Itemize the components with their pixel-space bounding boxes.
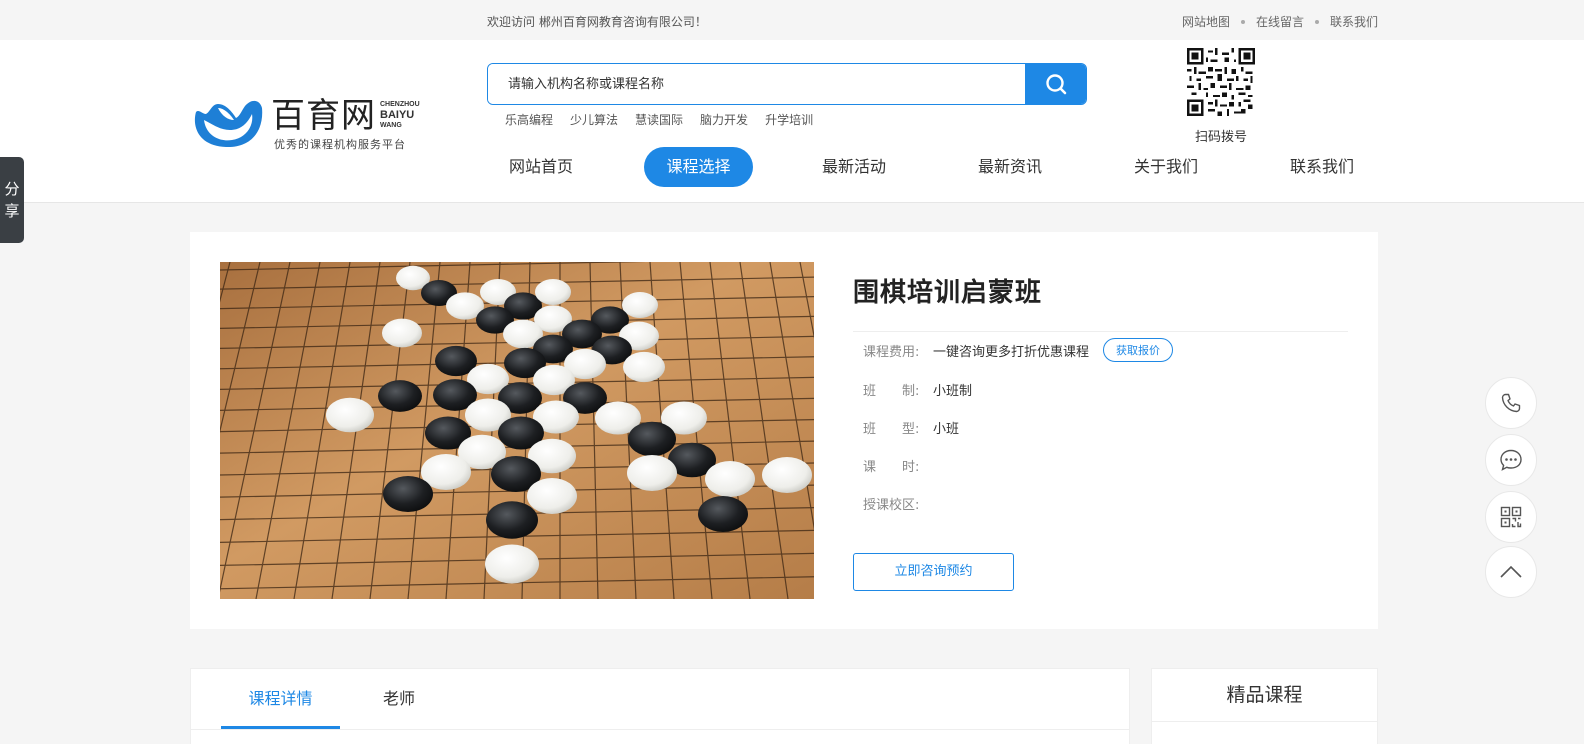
site-logo[interactable]: 百育网 CHENZHOU BAIYU WANG 优秀的课程机构服务平台	[190, 96, 430, 152]
class-type-label: 班 型:	[863, 422, 920, 437]
top-links: 网站地图 在线留言 联系我们	[1182, 13, 1378, 30]
logo-slogan: 优秀的课程机构服务平台	[274, 138, 406, 151]
search-input[interactable]	[488, 64, 1025, 104]
search-bar	[487, 63, 1087, 105]
featured-courses-panel: 精品课程	[1151, 668, 1378, 744]
campus-row: 授课校区:	[863, 494, 1348, 513]
top-bar: 欢迎访问 郴州百育网教育咨询有限公司！ 网站地图 在线留言 联系我们	[0, 0, 1584, 40]
featured-title: 精品课程	[1152, 669, 1377, 722]
phone-icon	[1501, 393, 1521, 413]
qr-label: 扫码拨号	[1194, 130, 1247, 145]
chat-button[interactable]	[1485, 434, 1537, 486]
fee-row: 课程费用: 一键咨询更多打折优惠课程 获取报价	[863, 338, 1348, 362]
hotword-link[interactable]: 少儿算法	[570, 111, 618, 128]
course-info: 围棋培训启蒙班 课程费用: 一键咨询更多打折优惠课程 获取报价 班 制: 小班制…	[853, 262, 1348, 591]
separator-dot	[1314, 19, 1319, 24]
qr-code-image	[1187, 48, 1255, 116]
qrcode-icon	[1500, 506, 1522, 528]
message-link[interactable]: 在线留言	[1256, 13, 1304, 30]
tab-course-detail[interactable]: 课程详情	[221, 669, 340, 729]
campus-label: 授课校区:	[863, 498, 920, 513]
site-header: 百育网 CHENZHOU BAIYU WANG 优秀的课程机构服务平台 乐高编程…	[0, 40, 1584, 203]
share-tab[interactable]: 分 享	[0, 157, 24, 243]
back-to-top-icon	[1500, 565, 1522, 578]
welcome-text: 欢迎访问 郴州百育网教育咨询有限公司！	[487, 15, 707, 29]
share-label: 分	[4, 180, 20, 198]
hotword-link[interactable]: 慧读国际	[635, 111, 683, 128]
share-label: 享	[4, 202, 20, 220]
class-type-value: 小班	[933, 422, 960, 437]
tab-divider	[191, 729, 1129, 730]
hotword-link[interactable]: 升学培训	[765, 111, 813, 128]
course-card: 围棋培训启蒙班 课程费用: 一键咨询更多打折优惠课程 获取报价 班 制: 小班制…	[190, 232, 1378, 629]
consult-button[interactable]: 立即咨询预约	[853, 553, 1014, 591]
main-nav: 网站首页 课程选择 最新活动 最新资讯 关于我们 联系我们	[488, 147, 1388, 187]
class-type-row: 班 型: 小班	[863, 418, 1348, 437]
qrcode-button[interactable]	[1485, 491, 1537, 543]
logo-en-line: CHENZHOU	[380, 101, 420, 108]
logo-icon	[194, 100, 263, 148]
chat-icon	[1500, 449, 1522, 471]
logo-en-line: WANG	[380, 122, 402, 129]
class-system-row: 班 制: 小班制	[863, 380, 1348, 399]
nav-item-contact[interactable]: 联系我们	[1269, 147, 1375, 187]
hours-label: 课 时:	[863, 460, 920, 475]
fee-label: 课程费用:	[863, 344, 920, 360]
class-system-label: 班 制:	[863, 384, 920, 399]
hotword-link[interactable]: 乐高编程	[505, 111, 553, 128]
nav-item-about[interactable]: 关于我们	[1113, 147, 1219, 187]
nav-item-events[interactable]: 最新活动	[801, 147, 907, 187]
back-to-top-button[interactable]	[1485, 546, 1537, 598]
nav-item-news[interactable]: 最新资讯	[957, 147, 1063, 187]
divider	[853, 331, 1348, 332]
logo-text: 百育网	[271, 96, 376, 136]
phone-button[interactable]	[1485, 377, 1537, 429]
search-icon	[1045, 74, 1066, 95]
search-button[interactable]	[1025, 64, 1086, 104]
sitemap-link[interactable]: 网站地图	[1182, 13, 1230, 30]
logo-english: CHENZHOU BAIYU WANG	[380, 100, 420, 130]
qr-code-block: 扫码拨号	[1186, 48, 1256, 145]
nav-item-courses[interactable]: 课程选择	[644, 147, 753, 187]
separator-dot	[1240, 19, 1245, 24]
get-price-button[interactable]: 获取报价	[1103, 338, 1174, 362]
tab-teacher[interactable]: 老师	[359, 669, 439, 729]
contact-link[interactable]: 联系我们	[1330, 13, 1378, 30]
hotword-link[interactable]: 脑力开发	[700, 111, 748, 128]
hours-row: 课 时:	[863, 456, 1348, 475]
hot-keywords: 乐高编程 少儿算法 慧读国际 脑力开发 升学培训	[505, 111, 830, 128]
go-board-image	[220, 262, 814, 599]
class-system-value: 小班制	[933, 384, 973, 399]
course-detail-panel: 课程详情 老师	[190, 668, 1130, 744]
logo-en-line: BAIYU	[380, 109, 415, 121]
fee-value: 一键咨询更多打折优惠课程	[933, 344, 1090, 360]
course-image	[220, 262, 814, 599]
course-title: 围棋培训启蒙班	[853, 278, 1043, 308]
nav-item-home[interactable]: 网站首页	[488, 147, 594, 187]
